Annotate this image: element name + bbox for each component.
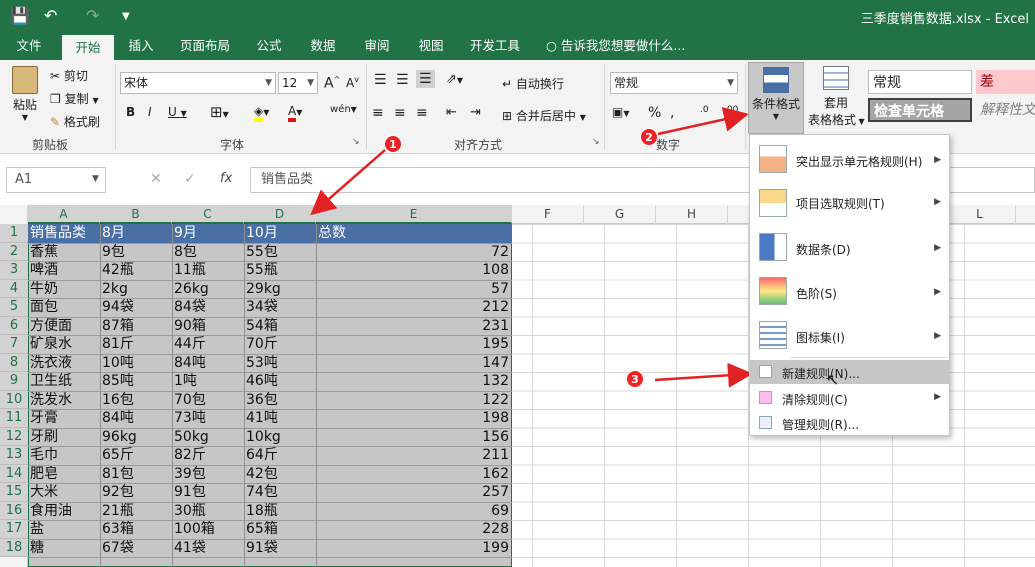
icon-sets-icon [759, 321, 787, 349]
highlight-rules-icon [759, 145, 787, 173]
clear-rules-label: 清除规则(C) [782, 393, 848, 407]
submenu-arrow-icon: ▶ [934, 331, 941, 341]
arrow-2 [657, 107, 749, 136]
manage-rules-icon [759, 416, 772, 429]
menu-item-top-bottom[interactable]: 项目选取规则(T) ▶ [750, 183, 949, 225]
step-badge-3: 3 [626, 370, 644, 388]
menu-divider [790, 357, 948, 358]
menu-item-icon-sets[interactable]: 图标集(I) ▶ [750, 315, 949, 357]
icon-sets-label: 图标集(I) [796, 331, 845, 345]
manage-rules-label: 管理规则(R)... [782, 418, 860, 432]
top-bottom-label: 项目选取规则(T) [796, 197, 885, 211]
submenu-arrow-icon: ▶ [934, 392, 941, 402]
submenu-arrow-icon: ▶ [934, 155, 941, 165]
menu-item-clear-rules[interactable]: 清除规则(C) ▶ [750, 386, 949, 410]
new-rule-label: 新建规则(N)... [782, 367, 860, 381]
eraser-icon [759, 391, 772, 404]
arrow-1 [310, 149, 386, 216]
conditional-format-menu: 突出显示单元格规则(H) ▶ 项目选取规则(T) ▶ 数据条(D) ▶ 色阶(S… [749, 134, 950, 436]
data-bars-icon [759, 233, 787, 261]
new-rule-icon [759, 365, 772, 378]
highlight-rules-label: 突出显示单元格规则(H) [796, 155, 923, 169]
menu-item-manage-rules[interactable]: 管理规则(R)... [750, 411, 949, 435]
menu-item-color-scales[interactable]: 色阶(S) ▶ [750, 271, 949, 313]
color-scales-icon [759, 277, 787, 305]
menu-item-highlight-rules[interactable]: 突出显示单元格规则(H) ▶ [750, 139, 949, 181]
step-badge-2: 2 [640, 128, 658, 146]
top-bottom-icon [759, 189, 787, 217]
submenu-arrow-icon: ▶ [934, 243, 941, 253]
menu-item-new-rule[interactable]: 新建规则(N)... ↖ [750, 360, 949, 389]
data-bars-label: 数据条(D) [796, 243, 851, 257]
arrow-3 [654, 362, 753, 388]
color-scales-label: 色阶(S) [796, 287, 837, 301]
submenu-arrow-icon: ▶ [934, 197, 941, 207]
menu-item-data-bars[interactable]: 数据条(D) ▶ [750, 227, 949, 269]
step-badge-1: 1 [384, 135, 402, 153]
submenu-arrow-icon: ▶ [934, 287, 941, 297]
